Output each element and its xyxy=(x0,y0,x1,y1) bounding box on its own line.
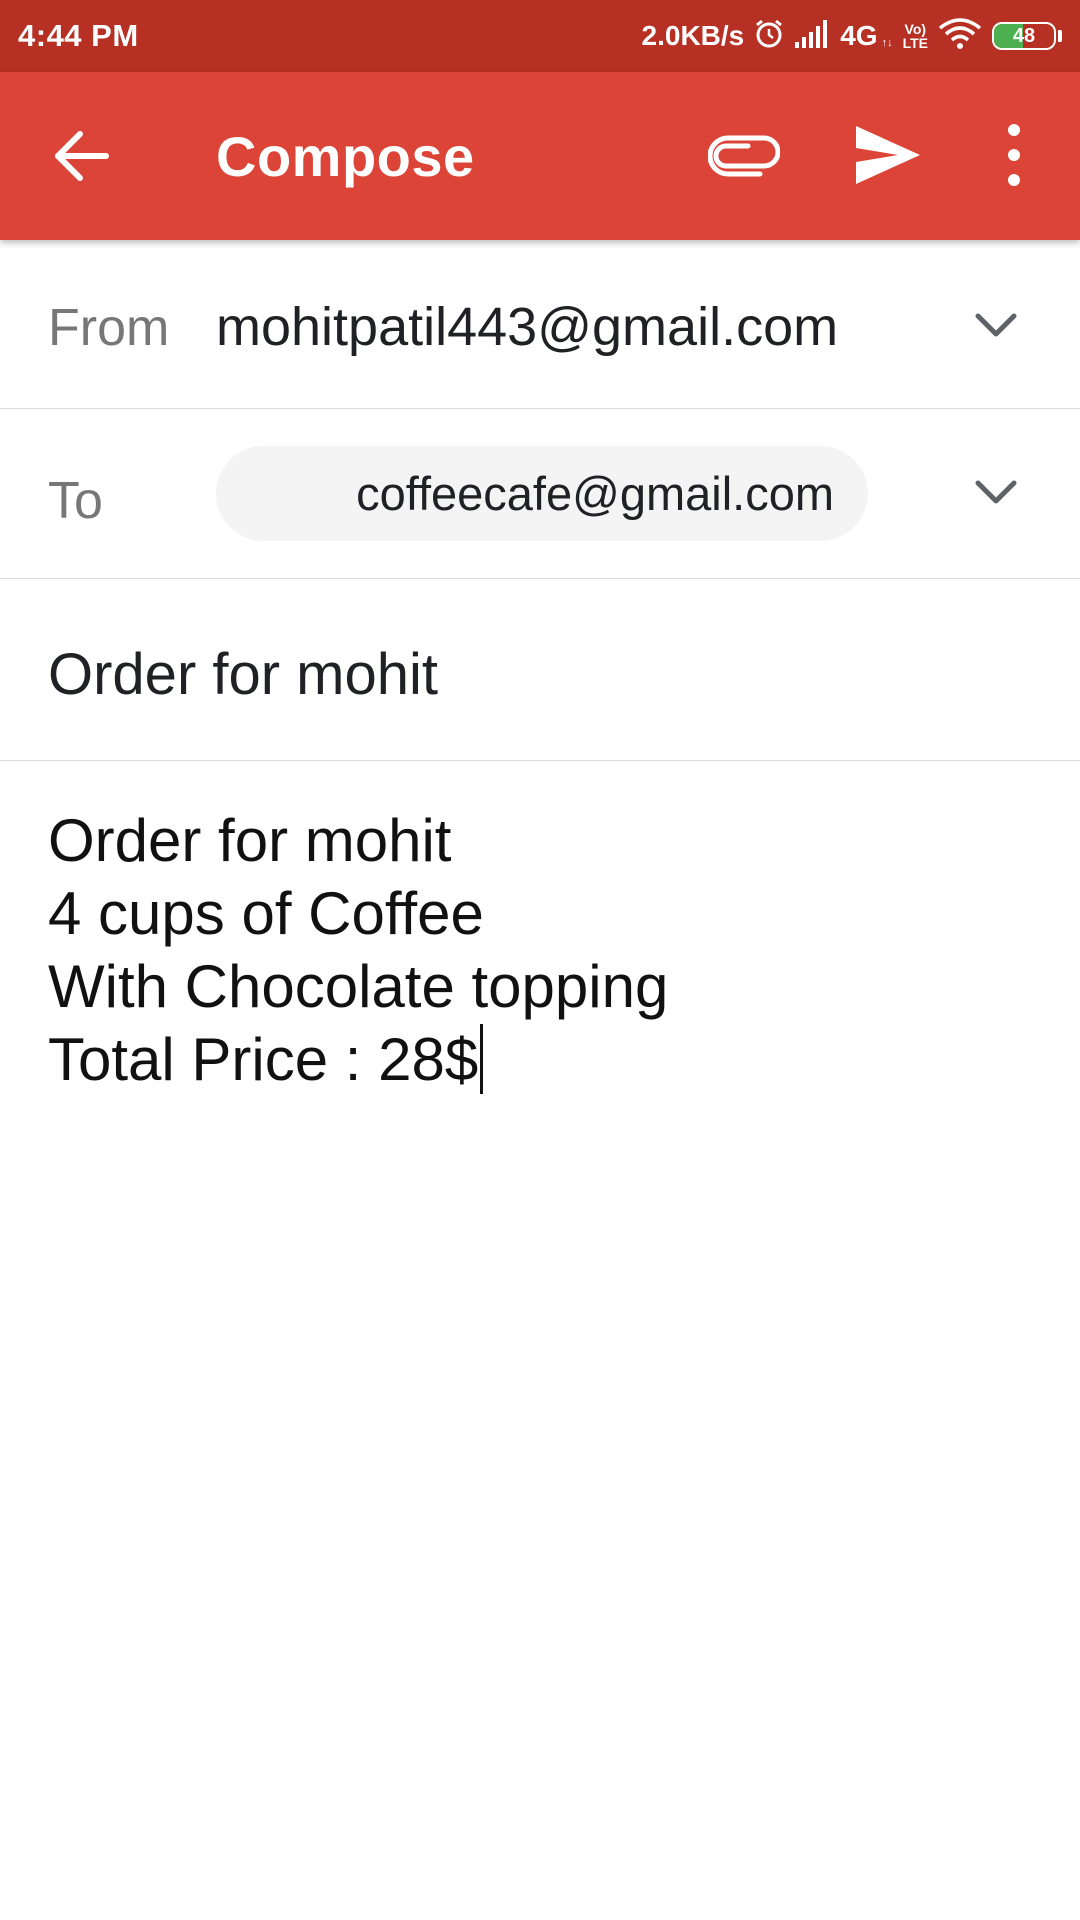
volte-top: Vo) xyxy=(904,21,927,37)
recipient-chip[interactable]: coffeecafe@gmail.com xyxy=(216,446,868,541)
status-time: 4:44 PM xyxy=(18,18,139,53)
attach-button[interactable] xyxy=(707,130,781,182)
paperclip-icon xyxy=(707,135,781,177)
send-icon xyxy=(856,126,920,184)
status-bar: 4:44 PM 2.0KB/s 4G ↑↓ Vo) LTE 48 xyxy=(0,0,1080,72)
subject-text: Order for mohit xyxy=(48,642,438,707)
text-cursor xyxy=(480,1024,484,1094)
alarm-icon xyxy=(754,19,784,54)
body-field[interactable]: Order for mohit 4 cups of Coffee With Ch… xyxy=(48,804,1048,1096)
to-label: To xyxy=(48,472,103,530)
battery-cap xyxy=(1058,30,1062,42)
status-icons: 2.0KB/s 4G ↑↓ Vo) LTE 48 xyxy=(642,14,1062,58)
back-button[interactable] xyxy=(50,124,120,188)
body-line: 4 cups of Coffee xyxy=(48,880,484,947)
chevron-down-icon[interactable] xyxy=(970,308,1022,344)
app-bar: Compose xyxy=(0,72,1080,240)
to-row[interactable]: To coffeecafe@gmail.com xyxy=(0,409,1080,579)
volte-indicator: Vo) LTE xyxy=(903,22,928,50)
more-vert-icon xyxy=(1008,124,1020,186)
network-speed: 2.0KB/s xyxy=(641,20,745,51)
subject-field[interactable]: Order for mohit xyxy=(0,579,1080,761)
battery-icon: 48 xyxy=(992,22,1056,50)
from-label: From xyxy=(48,299,170,357)
from-account[interactable]: mohitpatil443@gmail.com xyxy=(216,296,838,358)
page-title: Compose xyxy=(216,125,475,188)
chevron-down-icon[interactable] xyxy=(970,475,1022,511)
body-line-last: Total Price : 28$ xyxy=(48,1023,1048,1096)
volte-bottom: LTE xyxy=(902,35,928,51)
battery-percent: 48 xyxy=(1012,24,1036,47)
more-options-button[interactable] xyxy=(996,120,1032,190)
signal-icon xyxy=(794,19,830,53)
network-activity: ↑↓ xyxy=(881,37,893,49)
send-button[interactable] xyxy=(852,122,924,188)
back-arrow-icon xyxy=(55,131,109,181)
body-line-text: Total Price : 28$ xyxy=(48,1026,479,1093)
from-row[interactable]: From mohitpatil443@gmail.com xyxy=(0,240,1080,409)
recipient-email: coffeecafe@gmail.com xyxy=(356,467,834,520)
network-type: 4G xyxy=(840,20,878,51)
body-line: Order for mohit xyxy=(48,807,452,874)
wifi-icon xyxy=(938,17,982,55)
body-line: With Chocolate topping xyxy=(48,953,669,1020)
